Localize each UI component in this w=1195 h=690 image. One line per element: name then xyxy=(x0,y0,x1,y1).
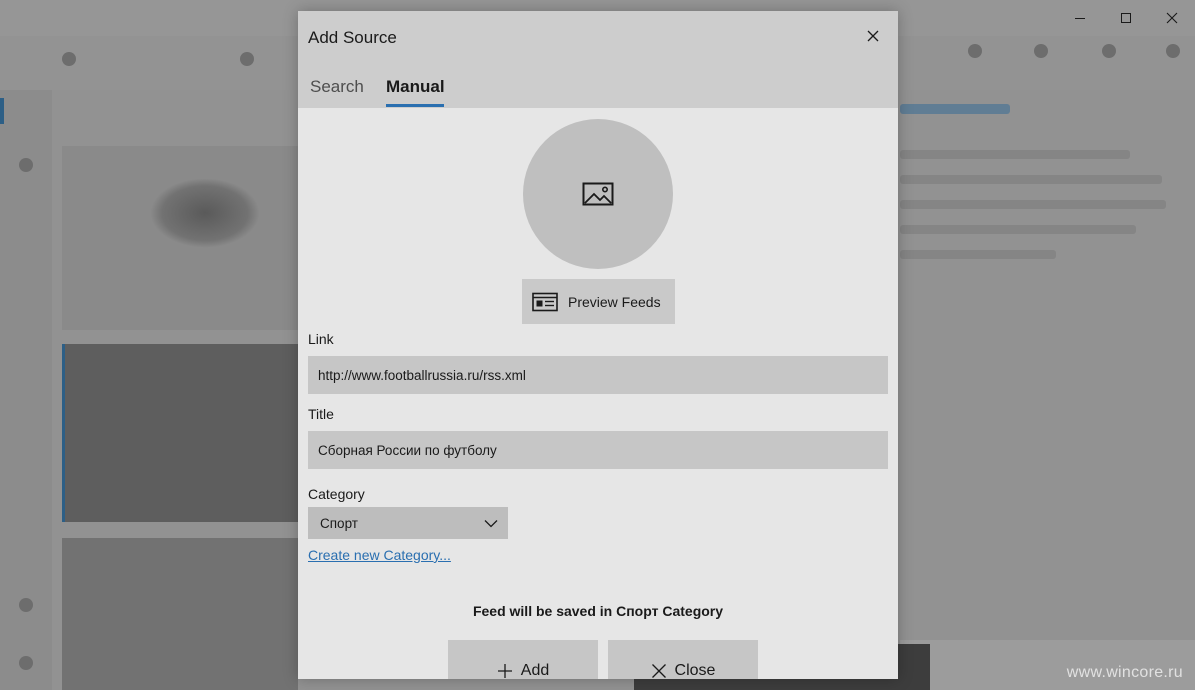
background-sidebar xyxy=(0,90,52,690)
dialog-close-button[interactable] xyxy=(860,25,886,47)
chevron-down-icon xyxy=(484,519,498,527)
minimize-icon xyxy=(1075,18,1085,19)
background-sidebar-icon xyxy=(19,598,33,612)
close-icon xyxy=(651,664,666,678)
background-text-line xyxy=(900,225,1136,234)
newspaper-icon xyxy=(532,292,558,311)
close-button[interactable]: Close xyxy=(608,640,758,679)
title-label: Title xyxy=(308,406,334,422)
category-dropdown[interactable]: Спорт xyxy=(308,507,508,539)
title-input[interactable] xyxy=(308,431,888,469)
close-button-label: Close xyxy=(674,662,716,679)
watermark: www.wincore.ru xyxy=(1066,664,1183,681)
background-article-link xyxy=(900,104,1010,114)
feed-image-placeholder[interactable] xyxy=(523,119,673,269)
background-toolbar-icon xyxy=(1166,44,1180,58)
maximize-button[interactable] xyxy=(1103,0,1149,36)
create-category-link[interactable]: Create new Category... xyxy=(308,547,451,563)
background-sidebar-selection xyxy=(0,98,4,124)
background-sidebar-icon xyxy=(19,656,33,670)
category-selected-value: Спорт xyxy=(320,515,358,531)
background-text-line xyxy=(900,200,1166,209)
background-article-thumb xyxy=(62,538,298,690)
background-text-line xyxy=(900,150,1130,159)
background-article-emblem xyxy=(150,178,260,248)
minimize-button[interactable] xyxy=(1057,0,1103,36)
link-input[interactable] xyxy=(308,356,888,394)
window-controls xyxy=(1057,0,1195,36)
category-label: Category xyxy=(308,486,365,502)
link-label: Link xyxy=(308,331,334,347)
preview-feeds-label: Preview Feeds xyxy=(568,293,661,310)
background-toolbar-icon xyxy=(1102,44,1116,58)
maximize-icon xyxy=(1121,13,1131,23)
preview-feeds-button[interactable]: Preview Feeds xyxy=(522,279,675,324)
background-text-line xyxy=(900,250,1056,259)
background-sidebar-icon xyxy=(19,158,33,172)
add-button[interactable]: Add xyxy=(448,640,598,679)
background-text-line xyxy=(900,175,1162,184)
dialog-header: Add Source Search Manual xyxy=(298,11,898,108)
background-toolbar-icon xyxy=(968,44,982,58)
add-source-dialog: Add Source Search Manual Preview Feeds L… xyxy=(298,11,898,679)
background-toolbar-icon xyxy=(1034,44,1048,58)
plus-icon xyxy=(497,664,512,678)
active-tab-indicator xyxy=(386,104,444,107)
close-icon xyxy=(867,30,879,42)
close-icon xyxy=(1166,12,1178,24)
background-article-thumb xyxy=(62,344,301,522)
background-menu-icon xyxy=(62,52,76,66)
add-button-label: Add xyxy=(520,662,550,679)
image-icon xyxy=(582,182,614,206)
dialog-title: Add Source xyxy=(308,28,397,47)
tab-search[interactable]: Search xyxy=(310,77,364,97)
tab-manual[interactable]: Manual xyxy=(386,77,445,97)
save-note: Feed will be saved in Спорт Category xyxy=(472,603,724,619)
background-add-icon xyxy=(240,52,254,66)
window-close-button[interactable] xyxy=(1149,0,1195,36)
